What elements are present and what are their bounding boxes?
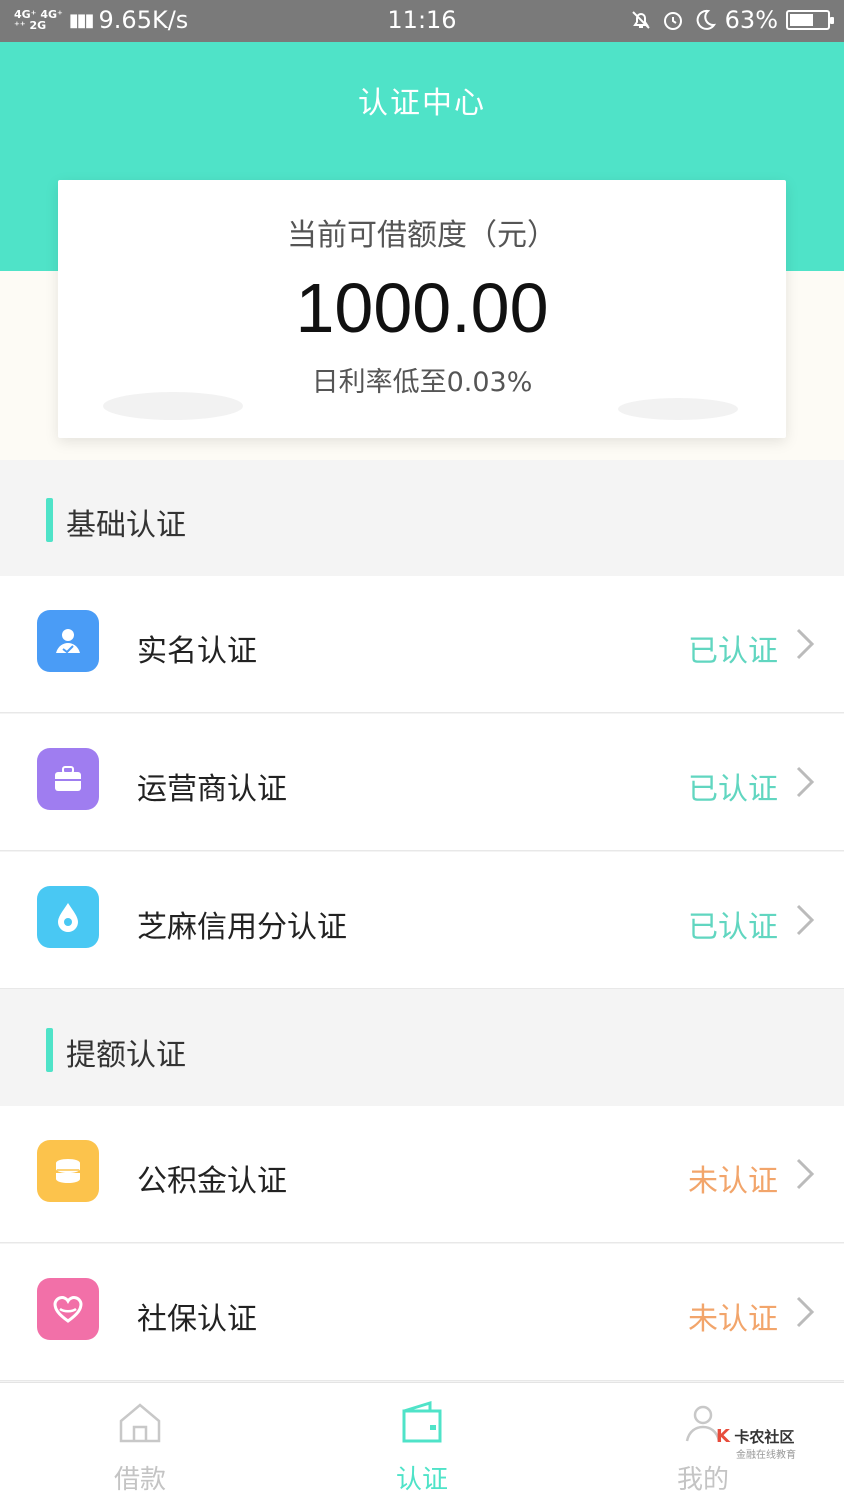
verify-status-badge: 已认证 <box>688 772 778 807</box>
page-title: 认证中心 <box>358 86 486 121</box>
heart-hands-icon <box>37 1278 99 1340</box>
bottom-tab-bar: 借款 认证 我的 K 卡农社区 金融在线教育 <box>0 1382 844 1500</box>
section-accent-bar <box>46 1028 53 1072</box>
section-basic-title: 基础认证 <box>66 508 186 543</box>
sesame-drop-icon <box>37 886 99 948</box>
watermark: K 卡农社区 金融在线教育 <box>716 1426 796 1464</box>
verify-row-realname[interactable]: 实名认证 已认证 <box>0 576 844 713</box>
chevron-right-icon <box>796 1158 815 1190</box>
verify-status-badge: 未认证 <box>688 1164 778 1199</box>
moon-icon <box>696 9 716 30</box>
id-card-icon <box>37 610 99 672</box>
verify-row-label: 公积金认证 <box>137 1164 287 1199</box>
status-right: 63% <box>629 6 834 34</box>
tab-verify[interactable]: 认证 <box>322 1383 522 1500</box>
credit-limit-label: 当前可借额度（元） <box>287 218 557 253</box>
verify-row-label: 芝麻信用分认证 <box>137 910 347 945</box>
briefcase-icon <box>37 748 99 810</box>
tab-label: 我的 <box>676 1465 729 1495</box>
chevron-right-icon <box>796 1296 815 1328</box>
chevron-right-icon <box>796 628 815 660</box>
verify-row-label: 运营商认证 <box>137 772 287 807</box>
tab-label: 认证 <box>395 1465 448 1495</box>
verify-status-badge: 已认证 <box>688 910 778 945</box>
chevron-right-icon <box>796 766 815 798</box>
verify-row-label: 社保认证 <box>137 1302 257 1337</box>
verify-status-badge: 已认证 <box>688 634 778 669</box>
tab-label: 借款 <box>113 1465 166 1495</box>
battery-icon <box>786 10 834 30</box>
section-accent-bar <box>46 498 53 542</box>
battery-fill <box>790 14 813 26</box>
verify-status-badge: 未认证 <box>688 1302 778 1337</box>
battery-percent: 63% <box>724 6 778 34</box>
verify-row-label: 实名认证 <box>137 634 257 669</box>
watermark-subtitle: 金融在线教育 <box>736 1450 796 1461</box>
verify-row-social-security[interactable]: 社保认证 未认证 <box>0 1244 844 1381</box>
tab-borrow[interactable]: 借款 <box>40 1383 240 1500</box>
section-basic-header: 基础认证 <box>0 460 844 576</box>
section-advanced-header: 提额认证 <box>0 990 844 1106</box>
home-icon <box>119 1403 161 1443</box>
wallet-icon <box>402 1400 442 1443</box>
credit-limit-amount: 1000.00 <box>295 269 549 347</box>
verify-row-carrier[interactable]: 运营商认证 已认证 <box>0 714 844 851</box>
cloud-decoration <box>618 398 738 420</box>
coins-icon <box>37 1140 99 1202</box>
credit-limit-card: 当前可借额度（元） 1000.00 日利率低至0.03% <box>58 180 786 438</box>
watermark-title: 卡农社区 <box>734 1428 795 1446</box>
verify-row-sesame[interactable]: 芝麻信用分认证 已认证 <box>0 852 844 989</box>
watermark-logo-icon: K <box>716 1426 730 1447</box>
section-advanced-title: 提额认证 <box>66 1038 186 1073</box>
alarm-icon <box>663 12 682 30</box>
chevron-right-icon <box>796 904 815 936</box>
status-bar: 4G⁺ 4G⁺ ⁺⁺ 2G ▮▮▮ 9.65K/s 11:16 63% <box>0 0 844 42</box>
bell-muted-icon <box>631 11 650 29</box>
cloud-decoration <box>103 392 243 420</box>
verify-row-housing-fund[interactable]: 公积金认证 未认证 <box>0 1106 844 1243</box>
